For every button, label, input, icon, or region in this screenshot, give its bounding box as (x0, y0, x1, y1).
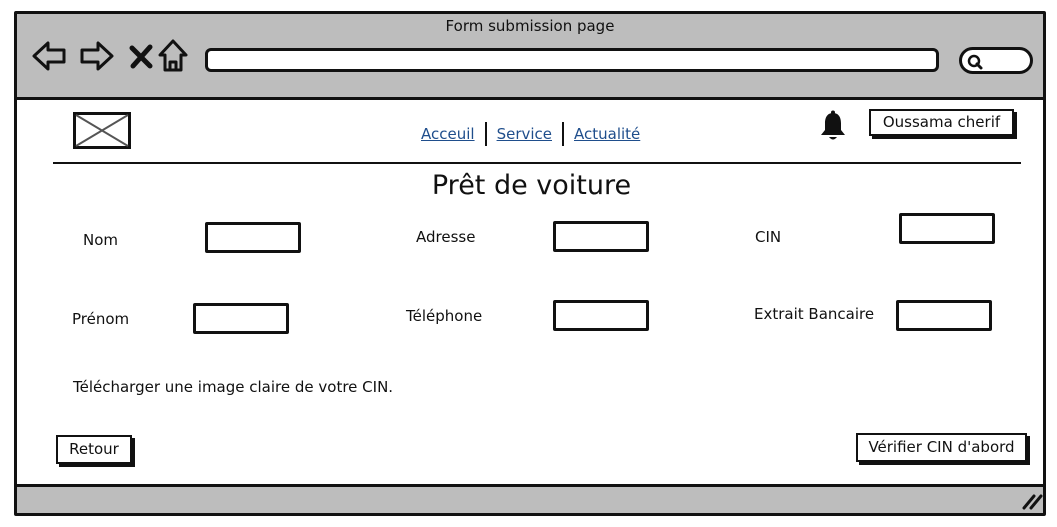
logo-placeholder-icon (73, 112, 131, 149)
cin-input[interactable] (899, 213, 995, 244)
verify-cin-button[interactable]: Vérifier CIN d'abord (856, 433, 1027, 462)
page-title: Prêt de voiture (431, 170, 632, 201)
toolbar-divider (14, 97, 1046, 100)
telephone-label: Téléphone (406, 307, 483, 325)
adresse-label: Adresse (416, 228, 476, 246)
adresse-input[interactable] (553, 221, 649, 252)
extrait-bancaire-input[interactable] (896, 300, 992, 331)
prenom-label: Prénom (72, 310, 130, 328)
nom-label: Nom (83, 231, 119, 249)
header-divider (53, 162, 1021, 164)
telephone-input[interactable] (553, 300, 649, 331)
nav-separator (484, 122, 487, 146)
main-navigation: Acceuil Service Actualité (421, 120, 640, 148)
window-title: Form submission page (445, 17, 615, 35)
forward-arrow-icon[interactable] (76, 36, 116, 76)
nav-link-actualite[interactable]: Actualité (574, 125, 640, 143)
status-bar-divider (14, 484, 1046, 487)
nav-link-acceuil[interactable]: Acceuil (421, 125, 475, 143)
home-icon[interactable] (155, 36, 195, 76)
nav-link-service[interactable]: Service (497, 125, 552, 143)
nav-separator (562, 122, 564, 146)
nom-input[interactable] (205, 222, 301, 253)
notification-bell-icon[interactable] (819, 110, 847, 142)
prenom-input[interactable] (193, 303, 289, 334)
back-button[interactable]: Retour (56, 435, 132, 464)
status-bar (17, 486, 1043, 513)
user-account-button[interactable]: Oussama cherif (869, 109, 1014, 136)
cin-label: CIN (755, 228, 782, 246)
back-arrow-icon[interactable] (30, 36, 70, 76)
resize-grip-icon[interactable] (1020, 492, 1044, 510)
upload-cin-hint: Télécharger une image claire de votre CI… (73, 378, 394, 396)
address-bar[interactable] (205, 48, 939, 72)
extrait-bancaire-label: Extrait Bancaire (754, 305, 875, 323)
browser-search-box[interactable] (959, 47, 1033, 74)
search-icon (967, 54, 983, 70)
